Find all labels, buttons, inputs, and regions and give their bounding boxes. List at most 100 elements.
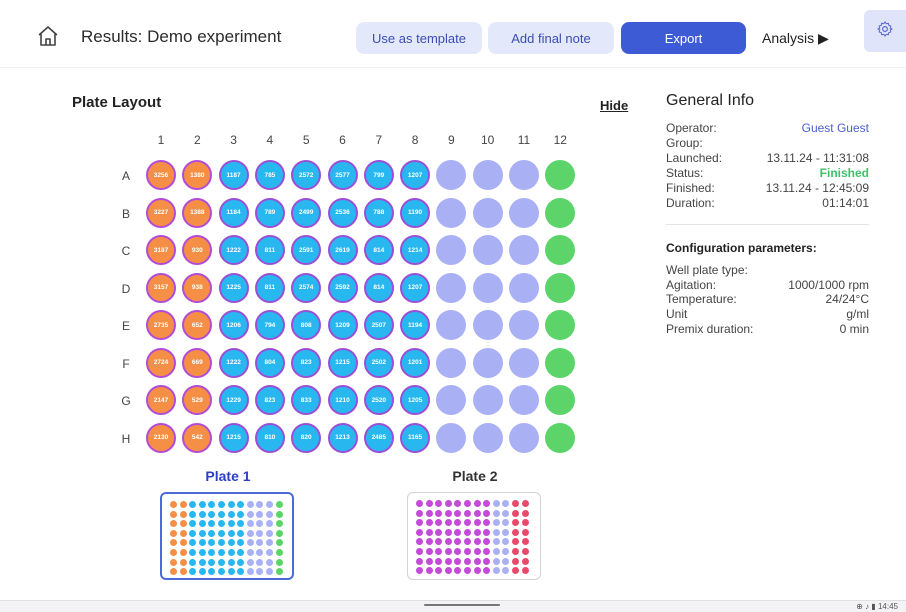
home-icon[interactable] bbox=[36, 25, 60, 47]
well[interactable]: 1205 bbox=[400, 385, 431, 415]
well[interactable] bbox=[509, 160, 539, 190]
well[interactable]: 1225 bbox=[218, 272, 249, 303]
export-button[interactable]: Export bbox=[621, 22, 746, 54]
well[interactable] bbox=[509, 197, 539, 228]
plate-1-label[interactable]: Plate 1 bbox=[160, 468, 296, 484]
operator-value[interactable]: Guest Guest bbox=[802, 121, 869, 135]
well[interactable]: 1229 bbox=[218, 385, 249, 415]
well[interactable]: 1222 bbox=[218, 347, 249, 378]
well[interactable]: 2591 bbox=[291, 235, 322, 265]
analysis-button[interactable]: Analysis ▶ bbox=[762, 30, 829, 47]
well[interactable] bbox=[472, 197, 503, 228]
well[interactable] bbox=[545, 385, 576, 415]
well[interactable]: 1210 bbox=[327, 385, 358, 415]
well[interactable]: 1222 bbox=[218, 235, 249, 265]
well[interactable]: 2520 bbox=[363, 385, 394, 415]
well[interactable] bbox=[545, 160, 576, 190]
plate-2-thumbnail[interactable] bbox=[407, 492, 541, 580]
well[interactable]: 1214 bbox=[400, 235, 431, 265]
well[interactable] bbox=[545, 347, 576, 378]
well[interactable] bbox=[436, 272, 467, 303]
well[interactable]: 1215 bbox=[218, 422, 249, 453]
add-final-note-button[interactable]: Add final note bbox=[488, 22, 614, 54]
well[interactable]: 823 bbox=[291, 347, 322, 378]
well[interactable] bbox=[436, 347, 467, 378]
well[interactable]: 2502 bbox=[363, 347, 394, 378]
well[interactable]: 1215 bbox=[327, 347, 358, 378]
well[interactable]: 1207 bbox=[400, 272, 431, 303]
well[interactable] bbox=[509, 272, 539, 303]
well[interactable] bbox=[436, 310, 467, 340]
well[interactable]: 785 bbox=[254, 160, 285, 190]
use-as-template-button[interactable]: Use as template bbox=[356, 22, 482, 54]
well[interactable]: 1209 bbox=[327, 310, 358, 340]
well[interactable] bbox=[472, 385, 503, 415]
well[interactable]: 1206 bbox=[218, 310, 249, 340]
well[interactable]: 542 bbox=[182, 422, 213, 453]
well[interactable]: 2735 bbox=[146, 310, 176, 340]
home-indicator[interactable] bbox=[424, 604, 500, 606]
well[interactable] bbox=[472, 160, 503, 190]
well[interactable] bbox=[472, 422, 503, 453]
well[interactable]: 2577 bbox=[327, 160, 358, 190]
well[interactable] bbox=[545, 310, 576, 340]
hide-link[interactable]: Hide bbox=[600, 98, 628, 113]
well[interactable] bbox=[436, 422, 467, 453]
well[interactable]: 669 bbox=[182, 347, 213, 378]
well[interactable] bbox=[436, 235, 467, 265]
well[interactable]: 1380 bbox=[182, 160, 213, 190]
well[interactable]: 820 bbox=[291, 422, 322, 453]
well[interactable]: 811 bbox=[254, 235, 285, 265]
well[interactable] bbox=[472, 347, 503, 378]
well[interactable]: 2574 bbox=[291, 272, 322, 303]
well[interactable]: 1207 bbox=[400, 160, 431, 190]
well[interactable] bbox=[545, 235, 576, 265]
well[interactable] bbox=[509, 235, 539, 265]
plate-1-thumbnail[interactable] bbox=[160, 492, 294, 580]
well[interactable]: 788 bbox=[363, 197, 394, 228]
well[interactable] bbox=[472, 235, 503, 265]
well[interactable]: 3157 bbox=[146, 272, 176, 303]
well[interactable]: 2592 bbox=[327, 272, 358, 303]
well[interactable]: 2147 bbox=[146, 385, 176, 415]
well[interactable]: 804 bbox=[254, 347, 285, 378]
well[interactable]: 794 bbox=[254, 310, 285, 340]
well[interactable]: 1184 bbox=[218, 197, 249, 228]
well[interactable] bbox=[472, 272, 503, 303]
well[interactable]: 529 bbox=[182, 385, 213, 415]
well[interactable]: 1165 bbox=[400, 422, 431, 453]
settings-button[interactable] bbox=[864, 10, 906, 52]
well[interactable]: 2619 bbox=[327, 235, 358, 265]
well[interactable] bbox=[545, 197, 576, 228]
well[interactable]: 3227 bbox=[146, 197, 176, 228]
well[interactable]: 814 bbox=[363, 235, 394, 265]
well[interactable]: 811 bbox=[254, 272, 285, 303]
well[interactable] bbox=[509, 385, 539, 415]
well[interactable]: 2724 bbox=[146, 347, 176, 378]
well[interactable] bbox=[509, 422, 539, 453]
well[interactable]: 3256 bbox=[146, 160, 176, 190]
well[interactable] bbox=[509, 347, 539, 378]
well[interactable]: 823 bbox=[254, 385, 285, 415]
well[interactable]: 833 bbox=[291, 385, 322, 415]
well[interactable]: 1190 bbox=[400, 197, 431, 228]
well[interactable] bbox=[545, 272, 576, 303]
well[interactable]: 2572 bbox=[291, 160, 322, 190]
well[interactable]: 810 bbox=[254, 422, 285, 453]
well[interactable]: 2485 bbox=[363, 422, 394, 453]
well[interactable]: 2536 bbox=[327, 197, 358, 228]
well[interactable]: 1194 bbox=[400, 310, 431, 340]
well[interactable]: 2130 bbox=[146, 422, 176, 453]
well[interactable]: 652 bbox=[182, 310, 213, 340]
well[interactable] bbox=[436, 160, 467, 190]
well[interactable]: 789 bbox=[254, 197, 285, 228]
well[interactable]: 799 bbox=[363, 160, 394, 190]
well[interactable] bbox=[509, 310, 539, 340]
well[interactable]: 2507 bbox=[363, 310, 394, 340]
well[interactable] bbox=[545, 422, 576, 453]
well[interactable]: 3187 bbox=[146, 235, 176, 265]
well[interactable] bbox=[472, 310, 503, 340]
plate-2-label[interactable]: Plate 2 bbox=[407, 468, 543, 484]
well[interactable]: 1388 bbox=[182, 197, 213, 228]
well[interactable]: 2499 bbox=[291, 197, 322, 228]
